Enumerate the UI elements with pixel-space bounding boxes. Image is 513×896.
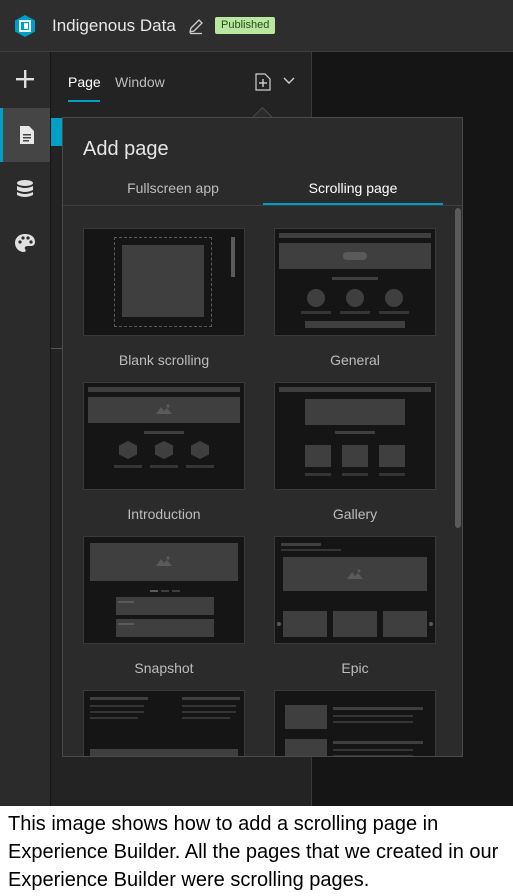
app-title: Indigenous Data [52,16,176,35]
scrollbar[interactable] [455,208,461,528]
template-label: Introduction [127,506,201,522]
image-placeholder-icon [156,556,172,566]
palette-icon [15,234,35,252]
edit-pencil-icon[interactable] [187,17,205,35]
template-card-introduction[interactable]: Introduction [83,382,245,522]
template-label: Epic [341,660,369,676]
plus-icon [16,70,34,88]
template-card-blank-scrolling[interactable]: Blank scrolling [83,228,245,368]
template-thumbnail [83,536,245,644]
database-icon [17,180,33,197]
template-card-gallery[interactable]: Gallery [274,382,436,522]
template-card-partial-right[interactable] [274,690,436,756]
image-placeholder-icon [347,569,363,579]
tab-scrolling-page[interactable]: Scrolling page [253,180,453,196]
add-page-popover: Add page Fullscreen app Scrolling page B… [62,117,463,757]
top-bar: Indigenous Data Published [0,0,513,52]
template-label: Blank scrolling [118,352,210,368]
theme-button[interactable] [0,216,50,270]
template-thumbnail [83,228,245,336]
page-document-icon [19,126,34,144]
popover-title: Add page [83,138,169,160]
tab-page[interactable]: Page [68,74,101,90]
template-card-partial-left[interactable] [83,690,245,756]
template-card-general[interactable]: General [274,228,436,368]
template-label: General [330,352,380,368]
tab-divider [63,205,462,206]
experience-builder-logo-icon[interactable] [13,14,37,38]
template-thumbnail [274,382,436,490]
image-placeholder-icon [156,404,172,414]
template-card-snapshot[interactable]: Snapshot [83,536,245,676]
left-toolbar [0,52,50,806]
template-thumbnail [83,690,245,756]
template-card-epic[interactable]: Epic [274,536,436,676]
published-status-badge: Published [215,17,276,34]
image-caption: This image shows how to add a scrolling … [8,813,499,891]
insert-widget-button[interactable] [0,52,50,106]
template-thumbnail [274,690,436,756]
screenshot: Indigenous Data Published Page Window Ad… [0,0,513,806]
chevron-down-icon[interactable] [283,77,295,85]
active-tab-indicator [68,100,100,102]
template-label: Gallery [332,506,378,522]
template-thumbnail [274,228,436,336]
data-button[interactable] [0,162,50,216]
tab-window[interactable]: Window [115,74,165,90]
template-thumbnail [83,382,245,490]
page-panel-button[interactable] [0,108,50,162]
template-label: Snapshot [134,660,194,676]
template-thumbnail [274,536,436,644]
add-page-icon[interactable] [255,73,271,91]
tab-fullscreen-app[interactable]: Fullscreen app [73,180,273,196]
